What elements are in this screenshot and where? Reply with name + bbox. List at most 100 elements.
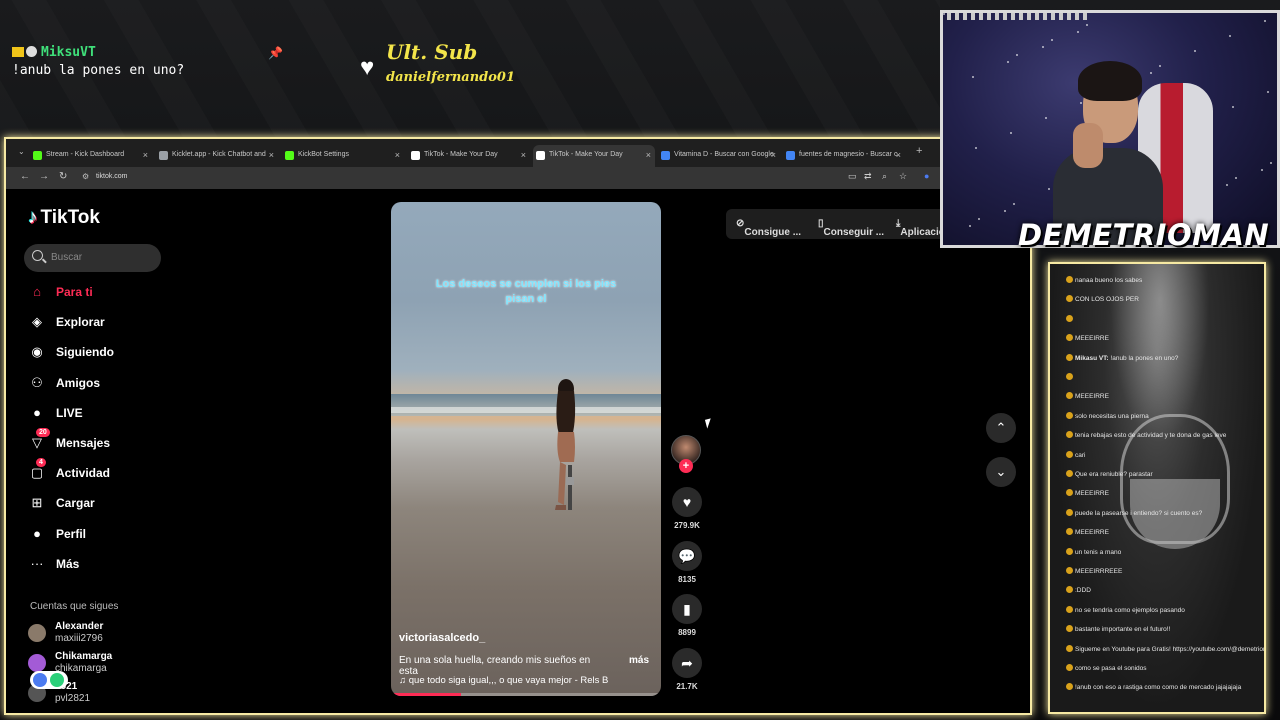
search-input[interactable]: Buscar	[24, 244, 161, 272]
tab-title: TikTok - Make Your Day	[424, 151, 498, 158]
tab-title: fuentes de magnesio - Buscar c	[799, 151, 898, 158]
chat-badge-icon	[1066, 411, 1073, 419]
nav-item-más[interactable]: ··· Más	[28, 553, 178, 575]
video-username[interactable]: victoriasalcedo_	[399, 632, 485, 644]
chat-text: no se tendria como ejemplos pasando	[1075, 606, 1185, 614]
share-count: 21.7K	[676, 682, 698, 691]
video-player[interactable]: Los deseos se cumplen si los pies pisan …	[391, 202, 661, 696]
star	[1051, 39, 1053, 41]
comment-action[interactable]: 💬 8135	[670, 541, 704, 584]
comment-icon: 💬	[672, 541, 702, 571]
tiktok-page: ♪ TikTok Buscar ⌂ Para ti ◈ Explorar ◉ Siguien…	[6, 189, 1030, 713]
top-actions: ⊘ Consigue ... ▯ Conseguir ... ⤓ Aplicac…	[726, 209, 958, 239]
chat-text: MEEEIRRREEE	[1075, 568, 1123, 575]
star	[1045, 117, 1047, 119]
new-tab-button[interactable]: +	[916, 145, 922, 157]
browser-tab[interactable]: TikTok - Make Your Day ×	[408, 145, 530, 167]
zoom-icon[interactable]: ⌕	[882, 171, 887, 182]
nav-item-siguiendo[interactable]: ◉ Siguiendo	[28, 341, 178, 363]
chat-message: puede la pasearse i entiendo? si cuento …	[1066, 508, 1202, 518]
browser-tab[interactable]: fuentes de magnesio - Buscar c ×	[783, 145, 905, 167]
live-icon: ●	[33, 404, 41, 420]
chat-panel: nanaa bueno los sabes CON LOS OJOS PER MEE…	[1048, 262, 1266, 714]
chat-message: MEEEIRRE	[1066, 528, 1109, 537]
bookmark-star-icon[interactable]: ☆	[899, 171, 907, 182]
crown-icon	[12, 47, 24, 57]
chat-message	[1066, 314, 1075, 324]
browser-tab[interactable]: TikTok - Make Your Day ×	[533, 145, 655, 167]
browser-tab[interactable]: Kicklet.app - Kick Chatbot and ×	[156, 145, 278, 167]
nav-item-live[interactable]: ● LIVE	[28, 402, 178, 424]
save-count: 8899	[678, 628, 696, 637]
chat-badge-icon	[1066, 392, 1073, 400]
nav-item-cargar[interactable]: ⊞ Cargar	[28, 492, 178, 514]
tab-list-icon[interactable]: ⌄	[18, 147, 25, 156]
chat-message: cari	[1066, 450, 1085, 460]
share-action[interactable]: ➦ 21.7K	[670, 648, 704, 691]
nav-item-amigos[interactable]: ⚇ Amigos	[28, 372, 178, 394]
nav-item-explorar[interactable]: ◈ Explorar	[28, 311, 178, 333]
more-icon: ···	[30, 555, 44, 571]
more-button[interactable]: más	[629, 655, 649, 666]
chat-text: como se pasa el sonidos	[1075, 665, 1147, 672]
close-tab-icon[interactable]: ×	[143, 150, 148, 160]
tiktok-logo[interactable]: ♪ TikTok	[28, 207, 100, 229]
close-tab-icon[interactable]: ×	[896, 150, 901, 160]
nav-label: Más	[56, 556, 80, 571]
star	[1235, 177, 1237, 179]
close-tab-icon[interactable]: ×	[521, 150, 526, 160]
floating-widget[interactable]	[30, 671, 68, 689]
close-tab-icon[interactable]: ×	[646, 150, 651, 160]
chat-text: !anub la pones en uno?	[1110, 354, 1179, 362]
previous-video-button[interactable]: ⌃	[986, 413, 1016, 443]
close-tab-icon[interactable]: ×	[395, 150, 400, 160]
chat-badge-icon	[1066, 295, 1073, 303]
chat-badge-icon	[1066, 508, 1073, 516]
music-note-icon: ♫	[399, 675, 409, 686]
browser-tab[interactable]: Vitamina D - Buscar con Google ×	[658, 145, 780, 167]
reload-icon[interactable]: ↻	[59, 171, 67, 182]
nav-item-mensajes[interactable]: ▽ Mensajes 20	[28, 428, 178, 454]
browser-tab[interactable]: KickBot Settings ×	[282, 145, 404, 167]
chat-message: CON LOS OJOS PER	[1066, 295, 1139, 304]
get-app-button[interactable]: ▯ Conseguir ...	[818, 218, 884, 238]
video-music[interactable]: ♫ que todo siga igual,,, o que vaya mejo…	[399, 675, 608, 686]
chat-message	[1066, 373, 1075, 382]
forward-icon[interactable]: →	[39, 171, 49, 182]
star	[943, 13, 945, 15]
next-video-button[interactable]: ⌄	[986, 457, 1016, 487]
video-progress[interactable]	[391, 693, 661, 696]
application-button[interactable]: ⤓ Aplicación	[896, 218, 951, 238]
tab-title: KickBot Settings	[298, 151, 349, 158]
site-info-icon[interactable]: ⚙	[82, 172, 89, 181]
nav-item-actividad[interactable]: ▢ Actividad 4	[28, 458, 178, 484]
chat-badge-icon	[1066, 547, 1073, 555]
video-progress-fill	[391, 693, 462, 696]
top-chat-message: MiksuVT !anub la pones en uno?	[12, 44, 184, 80]
follow-plus-button[interactable]: +	[679, 459, 693, 473]
back-icon[interactable]: ←	[20, 171, 30, 182]
translate-icon[interactable]: ⇄	[864, 171, 872, 182]
save-action[interactable]: ▮ 8899	[670, 594, 704, 637]
widget-icon-2	[50, 673, 64, 687]
chat-text: MEEEIRRE	[1075, 490, 1109, 498]
like-action[interactable]: ♥ 279.9K	[670, 487, 704, 530]
chat-message: MEEEIRRE	[1066, 489, 1109, 498]
search-icon	[32, 250, 43, 261]
tab-bar: ⌄ Stream - Kick Dashboard × Kicklet.app - …	[6, 139, 1030, 167]
browser-tab[interactable]: Stream - Kick Dashboard ×	[30, 145, 152, 167]
star	[972, 76, 974, 78]
profile-icon[interactable]: ●	[924, 171, 929, 181]
video-wave	[391, 407, 661, 413]
following-account[interactable]: Alexander maxiii2796	[28, 621, 178, 649]
chat-text: MEEEIRRE	[1075, 393, 1109, 401]
nav-item-para-ti[interactable]: ⌂ Para ti	[28, 281, 178, 303]
get-coins-button[interactable]: ⊘ Consigue ...	[736, 218, 801, 238]
close-tab-icon[interactable]: ×	[771, 150, 776, 160]
url-field[interactable]: tiktok.com	[96, 173, 128, 180]
close-tab-icon[interactable]: ×	[269, 150, 274, 160]
cast-icon[interactable]: ▭	[848, 171, 857, 182]
chat-message: como se pasa el sonidos	[1066, 664, 1147, 673]
chat-text: un tenis a mano	[1075, 548, 1122, 556]
nav-item-perfil[interactable]: ● Perfil	[28, 523, 178, 545]
